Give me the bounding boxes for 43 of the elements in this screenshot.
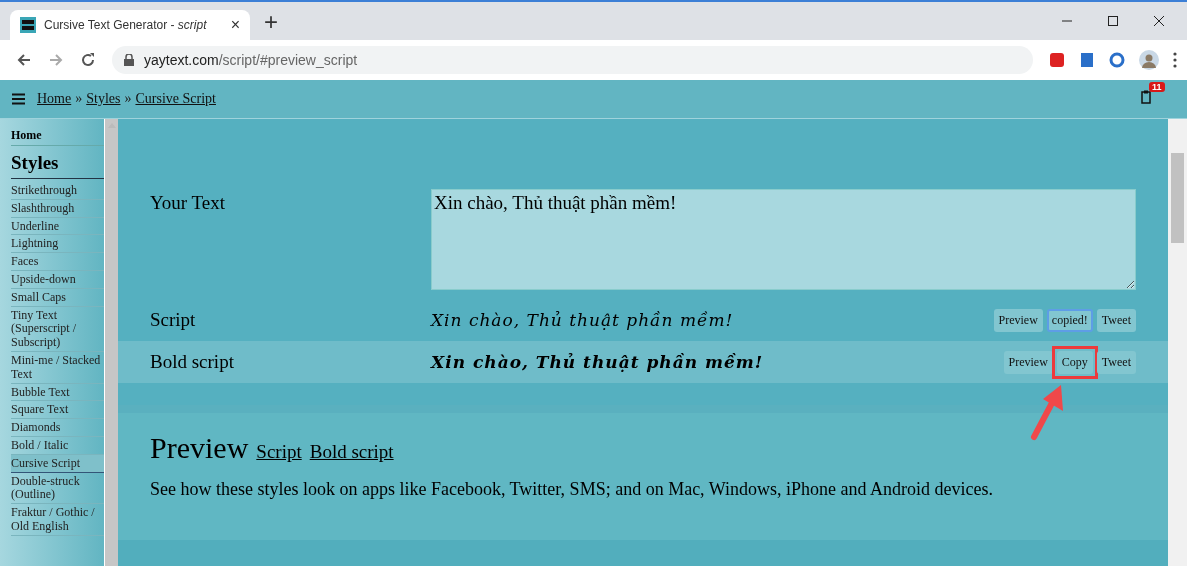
style-label: Script xyxy=(150,309,197,331)
menu-dots-icon[interactable] xyxy=(1173,52,1177,68)
extension-icon[interactable] xyxy=(1109,52,1125,68)
back-icon[interactable] xyxy=(16,52,32,68)
action-button[interactable]: Preview xyxy=(1003,350,1053,374)
preview-description: See how these styles look on apps like Facebook, Twitter, SMS; and on Mac, Windows, iPhone and Android devices. xyxy=(150,479,995,500)
tab-title: Cursive Text Generator - script xyxy=(44,18,208,32)
action-button[interactable]: Tweet xyxy=(1096,350,1136,374)
lock-icon xyxy=(124,54,134,66)
action-button[interactable]: copied! xyxy=(1046,308,1093,332)
breadcrumb-link[interactable]: Cursive Script xyxy=(135,91,216,107)
preview-link[interactable]: Bold script xyxy=(309,441,394,463)
site-logo-icon xyxy=(20,17,36,33)
style-label: Bold script xyxy=(150,351,235,373)
browser-tab[interactable]: Cursive Text Generator - script × xyxy=(10,10,250,40)
breadcrumb-link[interactable]: Styles xyxy=(86,91,121,107)
maximize-icon[interactable] xyxy=(1107,15,1119,27)
reload-icon[interactable] xyxy=(80,52,96,68)
action-button[interactable]: Tweet xyxy=(1096,308,1136,332)
action-button[interactable]: Preview xyxy=(993,308,1043,332)
menu-icon[interactable] xyxy=(12,93,25,105)
close-icon[interactable] xyxy=(1153,15,1165,27)
annotation-arrow xyxy=(1028,384,1065,441)
sidebar-scrollbar[interactable] xyxy=(104,119,118,566)
action-button[interactable]: Copy xyxy=(1056,350,1093,374)
address-field[interactable]: yaytext.com/script/#preview_script xyxy=(112,46,1033,74)
styled-text: Xin chào, Thủ thuật phần mềm! xyxy=(431,310,735,330)
clipboard-count-badge: 11 xyxy=(1149,82,1165,92)
breadcrumb-separator: » xyxy=(124,91,132,107)
breadcrumb-link[interactable]: Home xyxy=(37,91,72,107)
clipboard-icon[interactable] xyxy=(1141,90,1151,104)
new-tab-button[interactable]: + xyxy=(264,8,278,36)
close-tab-button[interactable]: × xyxy=(230,16,240,34)
avatar-icon[interactable] xyxy=(1139,50,1159,70)
input-label: Your Text xyxy=(150,191,227,214)
preview-heading: Preview xyxy=(150,431,249,465)
extension-icon[interactable] xyxy=(1049,52,1065,68)
extension-icon[interactable] xyxy=(1079,52,1095,68)
breadcrumb-separator: » xyxy=(75,91,83,107)
text-input[interactable]: Xin chào, Thủ thuật phần mềm! xyxy=(431,189,1136,290)
page-scrollbar[interactable] xyxy=(1168,119,1187,566)
styled-text: Xin chào, Thủ thuật phần mềm! xyxy=(431,352,765,372)
preview-link[interactable]: Script xyxy=(256,441,302,463)
